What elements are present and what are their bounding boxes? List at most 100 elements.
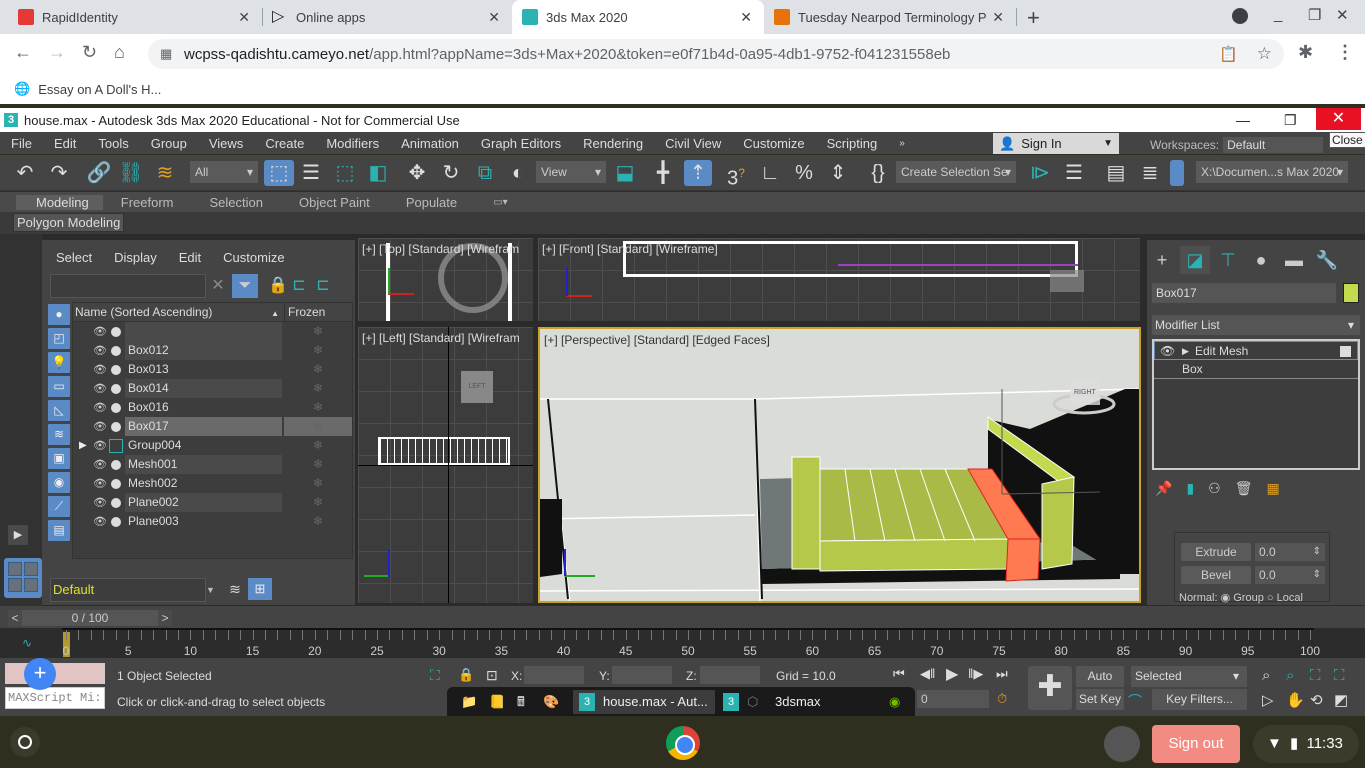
radio-local[interactable]: ○ [1267, 592, 1274, 604]
stack-toggle-icon[interactable] [1340, 346, 1351, 357]
render-dot-icon[interactable] [111, 516, 121, 527]
viewport-label-perspective[interactable]: [+] [Perspective] [Standard] [Edged Face… [544, 333, 770, 347]
close-browser-icon[interactable]: ✕ [1336, 6, 1349, 24]
viewport-layout-button[interactable] [4, 558, 42, 598]
snaps-toggle-icon[interactable]: 3? [722, 160, 750, 190]
ribbon-tab-selection[interactable]: Selection [192, 195, 281, 210]
add-floating-button[interactable]: + [24, 658, 56, 690]
sort-hierarchy-icon[interactable]: ⊞ [248, 578, 272, 600]
paint-icon[interactable]: 🎨 [543, 690, 559, 714]
visibility-eye-icon[interactable]: 👁 [93, 496, 107, 509]
select-object-icon[interactable]: ⬚ [264, 160, 294, 186]
hierarchy-alt-icon[interactable]: ⊏ [314, 274, 332, 298]
menu-file[interactable]: File [0, 136, 43, 151]
user-avatar[interactable] [1104, 726, 1140, 762]
spacewarps-filter-icon[interactable]: ≋ [48, 424, 70, 445]
menu-rendering[interactable]: Rendering [572, 136, 654, 151]
motion-tab-icon[interactable]: ● [1246, 246, 1276, 274]
stack-item-edit-mesh[interactable]: 👁 ▶ Edit Mesh [1154, 341, 1358, 360]
auto-key-button[interactable]: Auto Key [1076, 666, 1124, 704]
frozen-snowflake-icon[interactable]: ❄ [284, 398, 352, 417]
scene-explorer-toggle-icon[interactable]: ▤ [1102, 160, 1130, 186]
bevel-button[interactable]: Bevel [1181, 566, 1251, 584]
zoom-extents-icon[interactable]: ⛶ [1310, 667, 1321, 684]
taskbar-item-3dsmax[interactable]: 3 ⬡ 3dsmax [717, 690, 862, 714]
hierarchy-icon[interactable]: ⊏ [290, 274, 308, 298]
menu-edit[interactable]: Edit [43, 136, 87, 151]
viewport-label-left[interactable]: [+] [Left] [Standard] [Wirefram [362, 331, 520, 345]
next-frame-icon[interactable]: ‖▶ [968, 666, 983, 682]
list-item[interactable]: 👁 Mesh002 ❄ [73, 474, 352, 493]
containers-filter-icon[interactable]: ▤ [48, 520, 70, 541]
tab-nearpod[interactable]: Tuesday Nearpod Terminology P ✕ [764, 0, 1016, 34]
menu-customize[interactable]: Customize [732, 136, 815, 151]
list-item[interactable]: 👁 Box014 ❄ [73, 379, 352, 398]
tab-3ds-max[interactable]: 3ds Max 2020 ✕ [512, 0, 764, 34]
clipboard-icon[interactable]: 📋 [1219, 45, 1238, 63]
tab-rapididentity[interactable]: RapidIdentity ✕ [8, 0, 262, 34]
zoom-all-icon[interactable]: ⌕ [1286, 667, 1294, 684]
chevron-down-icon[interactable]: ▼ [206, 578, 218, 602]
list-item[interactable]: 👁 ❄ [73, 322, 352, 341]
key-mode-dropdown[interactable]: Selected [1131, 666, 1247, 687]
layer-explorer-icon[interactable]: ≣ [1136, 160, 1164, 186]
named-selection-dropdown[interactable]: Create Selection Se [896, 161, 1016, 183]
ribbon-options-icon[interactable]: ▭▾ [475, 197, 525, 208]
notepad-icon[interactable]: 📒 [489, 690, 505, 714]
angle-snap-icon[interactable]: ∟ [756, 160, 784, 186]
address-bar[interactable]: ▦ wcpss-qadishtu.cameyo.net/app.html?app… [148, 39, 1284, 69]
key-filters-button[interactable]: Key Filters... [1152, 689, 1247, 710]
viewcube[interactable]: LEFT [461, 371, 493, 403]
undo-icon[interactable]: ↶ [12, 160, 38, 186]
z-coordinate-field[interactable] [700, 666, 760, 684]
sign-out-button[interactable]: Sign out [1152, 725, 1240, 763]
back-icon[interactable]: ← [14, 42, 32, 63]
visibility-eye-icon[interactable]: 👁 [93, 401, 107, 414]
object-color-swatch[interactable] [1343, 283, 1359, 303]
play-icon[interactable]: ▶ [946, 664, 958, 684]
orbit-icon[interactable]: ⟲ [1310, 691, 1323, 709]
calculator-icon[interactable]: 🖩 [517, 690, 525, 714]
stack-item-box[interactable]: Box [1154, 360, 1358, 379]
selection-lock-icon[interactable]: 🔒 [458, 667, 474, 683]
chrome-app-icon[interactable] [666, 726, 700, 760]
visibility-eye-icon[interactable]: 👁 [93, 344, 107, 357]
maximize-viewport-icon[interactable]: ◩ [1334, 691, 1348, 709]
visibility-eye-icon[interactable]: 👁 [93, 420, 107, 433]
taskbar-item-house-max[interactable]: 3 house.max - Aut... [573, 690, 715, 714]
mini-curve-editor-icon[interactable]: ∿ [22, 636, 32, 650]
explorer-menu-select[interactable]: Select [56, 250, 92, 265]
lights-filter-icon[interactable]: 💡 [48, 352, 70, 373]
set-keys-button[interactable]: ✚ [1028, 666, 1072, 710]
visibility-eye-icon[interactable]: 👁 [93, 515, 107, 528]
frozen-snowflake-icon[interactable]: ❄ [284, 417, 352, 436]
placement-icon[interactable]: ◐ [505, 160, 531, 186]
hierarchy-tab-icon[interactable]: ⊤ [1213, 246, 1243, 274]
create-tab-icon[interactable]: + [1147, 246, 1177, 274]
select-by-name-icon[interactable]: ☰ [298, 160, 324, 186]
render-dot-icon[interactable] [111, 364, 121, 375]
show-end-result-icon[interactable]: ▮ [1186, 480, 1194, 497]
list-item[interactable]: 👁 Plane003 ❄ [73, 512, 352, 531]
default-in-out-tangents-icon[interactable]: ⌒ [1128, 691, 1142, 711]
redo-icon[interactable]: ↷ [46, 160, 72, 186]
pin-stack-icon[interactable]: 📌 [1155, 480, 1172, 497]
menu-modifiers[interactable]: Modifiers [315, 136, 390, 151]
geometry-filter-icon[interactable]: ● [48, 304, 70, 325]
x-coordinate-field[interactable] [524, 666, 584, 684]
frozen-snowflake-icon[interactable]: ❄ [284, 512, 352, 531]
groups-filter-icon[interactable]: ▣ [48, 448, 70, 469]
prev-frame-icon[interactable]: < [8, 610, 22, 626]
file-explorer-icon[interactable]: 📁 [461, 690, 477, 714]
frozen-snowflake-icon[interactable]: ❄ [284, 474, 352, 493]
expand-panel-icon[interactable]: ▶ [8, 525, 28, 545]
visibility-eye-icon[interactable]: 👁 [93, 477, 107, 490]
menu-create[interactable]: Create [254, 136, 315, 151]
absolute-mode-icon[interactable]: ⊡ [486, 667, 498, 684]
viewport-label-top[interactable]: [+] [Top] [Standard] [Wirefram [362, 242, 519, 256]
polygon-modeling-panel[interactable]: Polygon Modeling [13, 213, 125, 232]
xrefs-filter-icon[interactable]: ◉ [48, 472, 70, 493]
explorer-search-input[interactable] [50, 274, 206, 298]
selection-filter-dropdown[interactable]: All [190, 161, 258, 183]
visibility-eye-icon[interactable]: 👁 [93, 325, 107, 338]
